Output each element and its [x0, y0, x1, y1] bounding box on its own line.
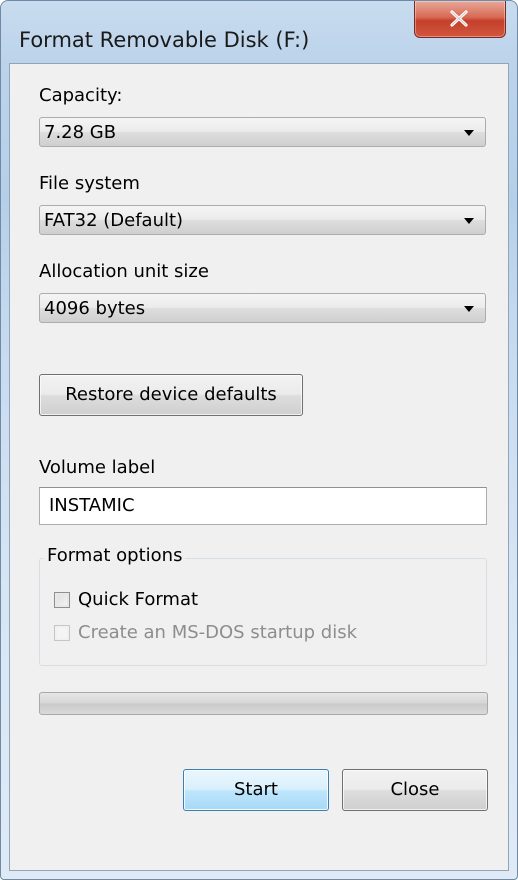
msdos-startup-checkbox	[54, 625, 70, 641]
format-options-group	[39, 558, 487, 666]
close-button[interactable]: Close	[342, 769, 488, 811]
dropdown-arrow-icon	[464, 306, 474, 312]
msdos-startup-label: Create an MS-DOS startup disk	[78, 622, 358, 643]
quick-format-checkbox[interactable]	[54, 592, 70, 608]
volume-label-label: Volume label	[39, 457, 156, 478]
close-x-icon	[450, 10, 468, 27]
format-dialog-window: Format Removable Disk (F:) Capacity: 7.2…	[0, 0, 518, 880]
dropdown-arrow-icon	[464, 218, 474, 224]
window-title: Format Removable Disk (F:)	[19, 28, 310, 52]
volume-label-input[interactable]: INSTAMIC	[39, 487, 487, 525]
capacity-label: Capacity:	[39, 85, 123, 106]
format-options-legend: Format options	[44, 545, 186, 566]
volume-label-value: INSTAMIC	[49, 495, 135, 516]
restore-defaults-button[interactable]: Restore device defaults	[39, 374, 303, 416]
allocation-unit-label: Allocation unit size	[39, 261, 209, 282]
window-close-button[interactable]	[414, 1, 506, 38]
quick-format-label[interactable]: Quick Format	[78, 589, 198, 610]
allocation-unit-dropdown[interactable]: 4096 bytes	[39, 293, 486, 323]
dropdown-arrow-icon	[464, 130, 474, 136]
allocation-unit-value: 4096 bytes	[44, 298, 146, 319]
file-system-value: FAT32 (Default)	[44, 210, 184, 231]
file-system-label: File system	[39, 173, 140, 194]
capacity-value: 7.28 GB	[44, 122, 117, 143]
start-button[interactable]: Start	[183, 769, 329, 811]
capacity-dropdown[interactable]: 7.28 GB	[39, 117, 486, 147]
file-system-dropdown[interactable]: FAT32 (Default)	[39, 205, 486, 235]
dialog-client-area: Capacity: 7.28 GB File system FAT32 (Def…	[9, 63, 509, 871]
title-bar[interactable]: Format Removable Disk (F:)	[1, 1, 517, 71]
format-progress-bar	[39, 692, 488, 715]
